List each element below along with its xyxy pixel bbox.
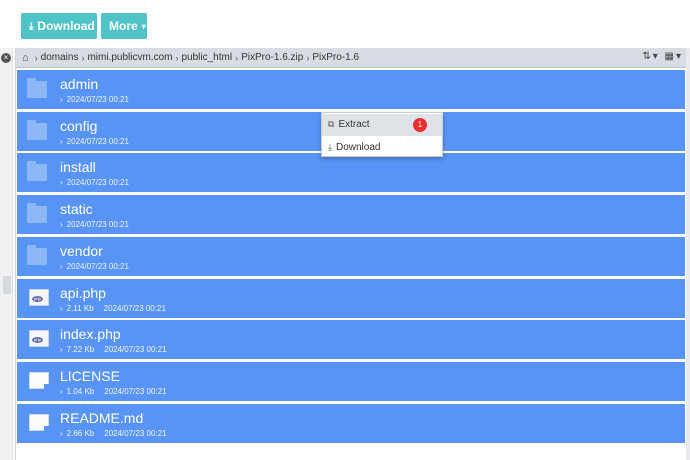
folder-icon [27,119,47,140]
file-meta: › 2024/07/23 00:21 [60,220,129,229]
file-meta: › 2.66 Kb 2024/07/23 00:21 [60,429,167,438]
download-menu-item[interactable]: ⤓ Download [322,137,442,158]
home-icon[interactable]: ⌂ [22,52,29,64]
sort-icon[interactable]: ⇅▾ [642,51,659,62]
more-button[interactable]: More ▾ [101,13,147,39]
left-sidebar-strip: × [0,48,13,460]
extract-label: Extract [338,119,370,130]
file-row[interactable]: static › 2024/07/23 00:21 [17,195,685,236]
chevron-right-icon: › [60,136,63,146]
file-date: 2024/07/23 00:21 [66,136,129,146]
file-meta: › 2024/07/23 00:21 [60,137,129,146]
context-menu: ⧉ Extract 1 ⤓ Download [321,112,443,157]
file-size: 2.11 Kb [66,303,94,313]
file-name: vendor [60,242,103,259]
chevron-right-icon: › [34,52,38,63]
file-row[interactable]: install › 2024/07/23 00:21 [17,153,685,194]
caret-down-icon: ▾ [141,21,146,31]
file-name: index.php [60,326,121,343]
file-date: 2024/07/23 00:21 [66,178,129,188]
file-name: config [60,117,98,134]
chevron-right-icon: › [60,345,63,355]
file-name: README.md [60,409,144,426]
file-meta: › 2024/07/23 00:21 [60,95,129,104]
file-row[interactable]: README.md › 2.66 Kb 2024/07/23 00:21 [17,403,685,444]
menu-divider [322,135,442,136]
file-size: 1.04 Kb [66,386,95,396]
breadcrumb-item[interactable]: mimi.publicvm.com [87,52,172,63]
download-button-label: Download [37,19,95,33]
chevron-right-icon: › [60,220,63,230]
php-logo: php [32,295,43,302]
php-logo: php [32,337,43,344]
chevron-right-icon: › [60,386,63,396]
file-name: LICENSE [60,367,120,384]
view-grid-icon[interactable]: ▦▾ [665,51,683,62]
close-icon[interactable]: × [1,53,11,63]
more-button-label: More [109,19,138,33]
file-meta: › 2024/07/23 00:21 [60,262,129,271]
file-name: admin [60,76,99,92]
download-menu-label: Download [335,142,381,153]
file-name: install [60,159,96,176]
php-file-icon: php [29,288,49,306]
scrollbar[interactable] [686,48,690,460]
file-row[interactable]: php api.php › 2.11 Kb 2024/07/23 00:21 [17,278,685,319]
breadcrumb-item[interactable]: PixPro-1.6 [312,52,359,63]
file-row[interactable]: LICENSE › 1.04 Kb 2024/07/23 00:21 [17,361,685,402]
file-meta: › 7.22 Kb 2024/07/23 00:21 [60,345,167,354]
view-tools: ⇅▾ ▦▾ [642,51,683,62]
document-icon [29,371,49,389]
chevron-right-icon: › [60,428,63,438]
file-meta: › 2.11 Kb 2024/07/23 00:21 [60,304,166,313]
chevron-right-icon: › [235,52,239,63]
breadcrumb-item[interactable]: public_html [181,52,232,63]
chevron-right-icon: › [175,52,179,63]
folder-icon [27,244,47,265]
chevron-right-icon: › [60,303,63,313]
file-date: 2024/07/23 00:21 [66,220,129,230]
chevron-right-icon: › [60,261,63,271]
breadcrumb-item[interactable]: domains [41,52,79,63]
breadcrumb: ⌂ › domains › mimi.publicvm.com › public… [16,48,687,68]
breadcrumb-item[interactable]: PixPro-1.6.zip [241,52,303,63]
file-date: 2024/07/23 00:21 [103,303,166,313]
download-icon: ⤓ [328,142,332,152]
file-date: 2024/07/23 00:21 [66,261,129,271]
notification-badge: 1 [413,118,427,132]
chevron-right-icon: › [60,178,63,188]
file-meta: › 2024/07/23 00:21 [60,178,129,187]
folder-icon [27,161,47,182]
file-row[interactable]: vendor › 2024/07/23 00:21 [17,236,685,277]
file-size: 7.22 Kb [66,345,95,355]
folder-icon [27,203,47,224]
chevron-right-icon: › [60,95,63,104]
file-name: api.php [60,284,106,301]
file-date: 2024/07/23 00:21 [104,428,167,438]
chevron-right-icon: › [306,52,310,63]
file-date: 2024/07/23 00:21 [104,386,167,396]
download-button[interactable]: ⤓ Download [21,13,97,39]
file-size: 2.66 Kb [66,428,95,438]
file-meta: › 1.04 Kb 2024/07/23 00:21 [60,387,167,396]
file-date: 2024/07/23 00:21 [104,345,167,355]
toolbar: ⤓ Download More ▾ [0,0,690,48]
extract-icon: ⧉ [328,119,335,129]
document-icon [29,413,49,431]
file-row[interactable]: admin › 2024/07/23 00:21 [17,70,685,110]
file-row[interactable]: php index.php › 7.22 Kb 2024/07/23 00:21 [17,320,685,361]
file-name: static [60,201,93,218]
folder-icon [27,78,47,98]
chevron-right-icon: › [81,52,85,63]
download-icon: ⤓ [29,20,34,32]
file-date: 2024/07/23 00:21 [66,95,129,104]
sidebar-handle[interactable] [3,276,11,294]
php-file-icon: php [29,330,49,348]
